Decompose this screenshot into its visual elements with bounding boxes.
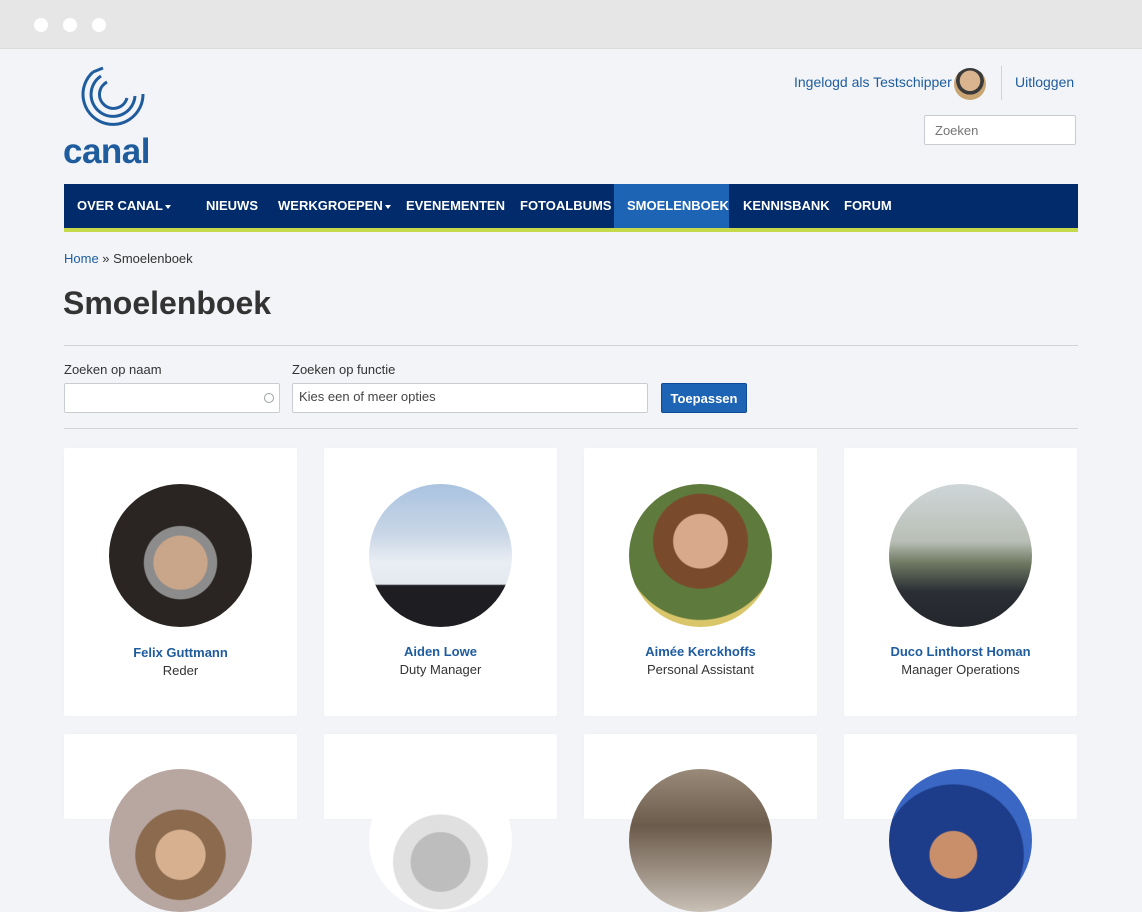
browser-titlebar xyxy=(0,0,1142,49)
caret-down-icon xyxy=(384,204,391,209)
name-filter-label: Zoeken op naam xyxy=(64,362,162,377)
logged-in-text[interactable]: Ingelogd als Testschipper xyxy=(794,74,952,90)
breadcrumb-home-link[interactable]: Home xyxy=(64,251,99,266)
caret-down-icon xyxy=(164,204,171,209)
person-card[interactable] xyxy=(584,734,817,912)
nav-item-label: KENNISBANK xyxy=(743,198,830,213)
person-card[interactable]: Aimée Kerckhoffs Personal Assistant xyxy=(584,448,817,716)
divider xyxy=(64,345,1078,346)
person-photo xyxy=(629,484,772,627)
site-logo[interactable]: canal xyxy=(63,64,158,171)
person-role: Duty Manager xyxy=(399,662,482,677)
person-photo xyxy=(109,769,252,912)
apply-button[interactable]: Toepassen xyxy=(661,383,747,413)
person-card[interactable] xyxy=(324,734,557,912)
person-photo xyxy=(889,769,1032,912)
person-card[interactable]: Aiden Lowe Duty Manager xyxy=(324,448,557,716)
nav-item-label: SMOELENBOEK xyxy=(627,198,729,213)
nav-item-label: OVER CANAL xyxy=(77,198,163,213)
window-close-dot[interactable] xyxy=(34,18,48,32)
search-input[interactable] xyxy=(924,115,1076,145)
logout-link[interactable]: Uitloggen xyxy=(1015,74,1074,90)
person-card[interactable] xyxy=(844,734,1077,912)
window-minimize-dot[interactable] xyxy=(63,18,77,32)
person-photo xyxy=(629,769,772,912)
window-maximize-dot[interactable] xyxy=(92,18,106,32)
person-photo xyxy=(369,484,512,627)
nav-item-forum[interactable]: FORUM xyxy=(831,184,905,228)
person-card[interactable] xyxy=(64,734,297,912)
function-select-placeholder: Kies een of meer opties xyxy=(299,389,436,404)
person-photo xyxy=(889,484,1032,627)
main-navigation: OVER CANAL NIEUWS WERKGROEPEN EVENEMENTE… xyxy=(64,184,1078,232)
user-avatar[interactable] xyxy=(954,68,986,100)
person-card[interactable]: Felix Guttmann Reder xyxy=(64,448,297,716)
person-name[interactable]: Aiden Lowe xyxy=(324,644,557,659)
nav-item-label: WERKGROEPEN xyxy=(278,198,383,213)
page-title: Smoelenboek xyxy=(63,285,272,321)
nav-item-kennisbank[interactable]: KENNISBANK xyxy=(730,184,843,228)
person-photo xyxy=(109,484,252,627)
function-select[interactable]: Kies een of meer opties xyxy=(292,383,648,413)
breadcrumb-current: Smoelenboek xyxy=(113,251,193,266)
nav-item-label: EVENEMENTEN xyxy=(406,198,505,213)
nav-item-nieuws[interactable]: NIEUWS xyxy=(193,184,271,228)
person-photo xyxy=(369,769,512,912)
person-name[interactable]: Aimée Kerckhoffs xyxy=(584,644,817,659)
nav-item-fotoalbums[interactable]: FOTOALBUMS xyxy=(507,184,624,228)
person-role: Reder xyxy=(162,663,199,678)
user-area: Ingelogd als Testschipper Uitloggen xyxy=(790,66,1078,100)
logo-text: canal xyxy=(63,132,151,171)
nav-item-evenementen[interactable]: EVENEMENTEN xyxy=(393,184,518,228)
breadcrumb: Home » Smoelenboek xyxy=(64,251,193,266)
nav-item-werkgroepen[interactable]: WERKGROEPEN xyxy=(265,184,404,228)
person-role: Manager Operations xyxy=(901,662,1020,677)
person-role: Personal Assistant xyxy=(647,662,754,677)
loading-indicator-icon xyxy=(264,393,274,403)
person-name[interactable]: Felix Guttmann xyxy=(64,645,297,660)
function-filter-label: Zoeken op functie xyxy=(292,362,396,377)
person-name[interactable]: Duco Linthorst Homan xyxy=(844,644,1077,659)
divider xyxy=(64,428,1078,429)
nav-item-label: FOTOALBUMS xyxy=(520,198,612,213)
nav-item-over-canal[interactable]: OVER CANAL xyxy=(64,184,184,228)
canal-logo-icon xyxy=(81,66,145,126)
divider xyxy=(1001,66,1002,100)
breadcrumb-separator: » xyxy=(98,251,114,266)
name-search-input[interactable] xyxy=(64,383,280,413)
nav-item-label: FORUM xyxy=(844,198,892,213)
person-card[interactable]: Duco Linthorst Homan Manager Operations xyxy=(844,448,1077,716)
nav-item-smoelenboek[interactable]: SMOELENBOEK xyxy=(614,184,729,228)
nav-item-label: NIEUWS xyxy=(206,198,258,213)
